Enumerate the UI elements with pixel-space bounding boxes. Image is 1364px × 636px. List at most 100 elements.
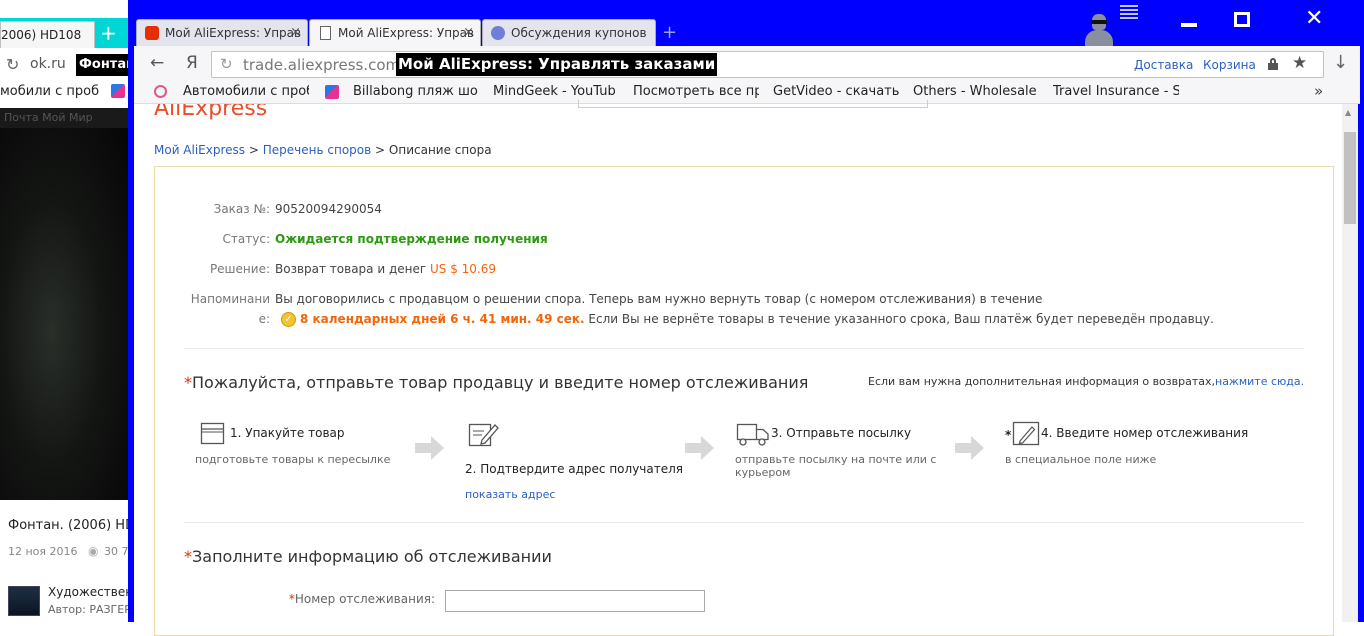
tab-aliexpress-1[interactable]: Мой AliExpress: Управ × bbox=[136, 19, 308, 47]
scrollbar-thumb[interactable] bbox=[1344, 132, 1356, 224]
forum-icon bbox=[491, 26, 505, 40]
minimize-icon bbox=[1181, 23, 1197, 27]
bookmark-item[interactable]: Посмотреть все пр bbox=[633, 84, 759, 99]
bookmark-favicon-icon bbox=[325, 85, 339, 99]
step-4-required-marker: * bbox=[1005, 428, 1012, 442]
tracking-number-input[interactable] bbox=[445, 590, 705, 612]
section-return-title: *Пожалуйста, отправьте товар продавцу и … bbox=[184, 373, 808, 392]
menu-icon[interactable] bbox=[1120, 5, 1138, 19]
scroll-up-icon[interactable]: ▲ bbox=[1345, 108, 1351, 117]
download-icon[interactable]: ↓ bbox=[1333, 52, 1348, 73]
divider bbox=[184, 348, 1304, 349]
step-3-title: 3. Отправьте посылку bbox=[771, 426, 912, 440]
page-title-overlay: Мой AliExpress: Управлять заказами bbox=[396, 53, 718, 76]
yandex-button[interactable]: Я bbox=[186, 53, 198, 73]
bookmark-item[interactable]: Others - Wholesale bbox=[913, 84, 1039, 99]
arrow-right-icon bbox=[955, 436, 985, 460]
delivery-truck-icon bbox=[736, 423, 769, 446]
views-eye-icon: ◉ bbox=[88, 544, 99, 558]
bookmark-item[interactable]: Billabong пляж шор bbox=[353, 84, 479, 99]
help-link[interactable]: нажмите сюда. bbox=[1215, 375, 1304, 388]
tracking-label-text: Номер отслеживания: bbox=[294, 592, 435, 606]
page-icon bbox=[320, 26, 331, 40]
tab-label: Обсуждения купонов bbox=[511, 26, 647, 40]
background-tab[interactable]: 2006) HD108 bbox=[0, 21, 95, 48]
background-item-thumbnail[interactable] bbox=[8, 586, 40, 616]
order-label: Заказ №: bbox=[213, 202, 270, 216]
bookmark-star-icon[interactable]: ★ bbox=[1292, 53, 1307, 73]
reminder-label-1: Напоминани bbox=[190, 292, 270, 306]
background-reload-icon[interactable]: ↻ bbox=[6, 55, 19, 74]
show-address-link[interactable]: показать адрес bbox=[465, 488, 555, 501]
user-avatar-icon[interactable] bbox=[1082, 14, 1116, 46]
step-4-title: 4. Введите номер отслеживания bbox=[1041, 426, 1249, 440]
search-box-edge bbox=[578, 100, 928, 108]
aliexpress-icon bbox=[145, 26, 159, 40]
refund-amount: US $ 10.69 bbox=[430, 262, 497, 276]
arrow-right-icon bbox=[685, 436, 715, 460]
reload-icon[interactable]: ↻ bbox=[220, 55, 233, 73]
background-item-author: Автор: РАЗГЕР bbox=[48, 603, 131, 616]
pencil-icon bbox=[1012, 421, 1040, 446]
lock-icon[interactable] bbox=[1268, 58, 1278, 70]
maximize-button[interactable] bbox=[1217, 0, 1265, 42]
help-text-label: Если вам нужна дополнительная информация… bbox=[868, 375, 1215, 388]
reminder-text: Вы договорились с продавцом о решении сп… bbox=[275, 292, 1043, 306]
background-item-title[interactable]: Художествен bbox=[48, 585, 133, 599]
reminder-label-2: е: bbox=[258, 312, 270, 326]
reminder-tail: Если Вы не вернёте товары в течение указ… bbox=[588, 312, 1214, 326]
background-bookmark[interactable]: мобили с проб bbox=[0, 84, 99, 99]
decision-row: Возврат товара и денег US $ 10.69 bbox=[275, 262, 496, 276]
section-title-text: Пожалуйста, отправьте товар продавцу и в… bbox=[192, 373, 809, 392]
section-tracking-title: *Заполните информацию об отслеживании bbox=[184, 547, 552, 566]
tab-coupon-discussions[interactable]: Обсуждения купонов bbox=[482, 19, 656, 47]
close-icon: ✕ bbox=[1305, 6, 1324, 31]
bookmark-item[interactable]: Travel Insurance - S bbox=[1053, 84, 1179, 99]
decision-value: Возврат товара и денег bbox=[275, 262, 427, 276]
bookmark-item[interactable]: Автомобили с проб bbox=[183, 84, 309, 99]
status-label: Статус: bbox=[222, 232, 270, 246]
bookmarks-more-button[interactable]: » bbox=[1314, 82, 1323, 100]
new-tab-button[interactable]: + bbox=[662, 22, 677, 43]
order-number: 90520094290054 bbox=[275, 202, 382, 216]
decision-label: Решение: bbox=[209, 262, 270, 276]
background-video-title[interactable]: Фонтан. (2006) HD bbox=[8, 518, 135, 533]
url-text[interactable]: trade.aliexpress.com bbox=[243, 56, 400, 74]
background-page-title: Фонтан bbox=[76, 54, 130, 76]
bookmark-item[interactable]: MindGeek - YouTub bbox=[493, 84, 619, 99]
tab-label: Мой AliExpress: Управ bbox=[165, 26, 302, 40]
help-text: Если вам нужна дополнительная информация… bbox=[868, 375, 1304, 388]
maximize-icon bbox=[1234, 12, 1250, 27]
background-video-player[interactable] bbox=[0, 128, 130, 500]
heart-favicon-icon bbox=[154, 85, 167, 98]
minimize-button[interactable] bbox=[1164, 0, 1212, 42]
breadcrumb: Мой AliExpress > Перечень споров > Описа… bbox=[154, 143, 492, 157]
status-value: Ожидается подтверждение получения bbox=[275, 232, 548, 246]
back-button[interactable]: ← bbox=[150, 53, 164, 73]
close-window-button[interactable]: ✕ bbox=[1269, 0, 1364, 42]
background-url[interactable]: ok.ru bbox=[30, 56, 66, 72]
tab-close-icon[interactable]: × bbox=[463, 25, 474, 40]
breadcrumb-disputes-list[interactable]: Перечень споров bbox=[263, 143, 371, 157]
arrow-right-icon bbox=[415, 436, 445, 460]
delivery-link[interactable]: Доставка bbox=[1134, 58, 1193, 72]
tab-close-icon[interactable]: × bbox=[290, 25, 301, 40]
bookmark-item[interactable]: GetVideo - скачать bbox=[773, 84, 899, 99]
timer-check-icon: ✓ bbox=[281, 312, 296, 327]
background-video-date: 12 ноя 2016 bbox=[8, 545, 78, 558]
cart-link[interactable]: Корзина bbox=[1203, 58, 1256, 72]
step-3-subtitle: отправьте посылку на почте или с курьеро… bbox=[735, 453, 937, 479]
breadcrumb-my-aliexpress[interactable]: Мой AliExpress bbox=[154, 143, 245, 157]
tab-aliexpress-active[interactable]: Мой AliExpress: Управ × bbox=[309, 19, 481, 49]
tracking-number-label: *Номер отслеживания: bbox=[150, 592, 435, 606]
breadcrumb-separator: > bbox=[248, 143, 259, 157]
required-marker: * bbox=[184, 373, 192, 392]
background-new-tab-button[interactable]: + bbox=[100, 22, 117, 44]
reminder-countdown-row: 8 календарных дней 6 ч. 41 мин. 49 сек. … bbox=[300, 312, 1214, 326]
breadcrumb-separator: > bbox=[375, 143, 386, 157]
required-marker: * bbox=[184, 547, 192, 566]
section-title-text: Заполните информацию об отслеживании bbox=[192, 547, 552, 566]
step-1-title: 1. Упакуйте товар bbox=[230, 426, 345, 440]
step-2-title: 2. Подтвердите адрес получателя bbox=[465, 462, 683, 476]
step-1-subtitle: подготовьте товары к пересылке bbox=[195, 453, 391, 466]
